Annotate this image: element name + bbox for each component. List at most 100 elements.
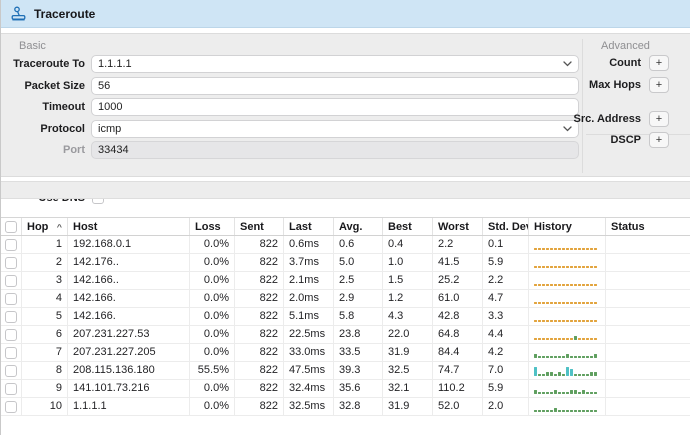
packet-size-value: 56 (98, 78, 572, 94)
history-bar (570, 390, 573, 394)
row-checkbox[interactable] (5, 275, 17, 287)
column-header-history[interactable]: History (529, 218, 606, 235)
history-bar (590, 410, 593, 412)
protocol-input[interactable]: icmp (91, 120, 579, 138)
history-bar (590, 266, 593, 268)
history-bar (538, 284, 541, 286)
avg-cell: 32.8 (334, 398, 383, 415)
count-add-button[interactable]: + (649, 55, 669, 71)
column-header-host[interactable]: Host (68, 218, 190, 235)
history-bar (582, 284, 585, 286)
history-bar (554, 408, 557, 412)
history-bar (534, 410, 537, 412)
history-bar (550, 266, 553, 268)
best-cell: 1.0 (383, 254, 433, 271)
sent-cell: 822 (235, 398, 284, 415)
select-all-checkbox[interactable] (5, 221, 17, 233)
host-cell: 207.231.227.205 (68, 344, 190, 361)
traceroute-to-value: 1.1.1.1 (98, 56, 559, 72)
history-bar (534, 302, 537, 304)
row-checkbox[interactable] (5, 401, 17, 413)
worst-cell: 2.2 (433, 236, 483, 253)
history-bar (542, 374, 545, 376)
loss-cell: 0.0% (190, 254, 235, 271)
best-cell: 22.0 (383, 326, 433, 343)
host-cell: 1.1.1.1 (68, 398, 190, 415)
row-select-cell (1, 272, 22, 289)
last-cell: 5.1ms (284, 308, 334, 325)
table-row[interactable]: 101.1.1.10.0%82232.5ms32.831.952.02.0 (1, 398, 690, 416)
row-checkbox[interactable] (5, 383, 17, 395)
hop-cell: 1 (22, 236, 68, 253)
packet-size-input[interactable]: 56 (91, 77, 579, 95)
column-header-hop[interactable]: Hop ^ (22, 218, 68, 235)
history-bar (582, 338, 585, 340)
history-bar (534, 284, 537, 286)
best-cell: 32.1 (383, 380, 433, 397)
row-checkbox[interactable] (5, 365, 17, 377)
protocol-label: Protocol (1, 120, 85, 138)
last-cell: 22.5ms (284, 326, 334, 343)
timeout-input[interactable]: 1000 (91, 98, 579, 116)
table-row[interactable]: 8208.115.136.18055.5%82247.5ms39.332.574… (1, 362, 690, 380)
protocol-value: icmp (98, 121, 559, 137)
table-row[interactable]: 4142.166.0.0%8222.0ms2.91.261.04.7 (1, 290, 690, 308)
row-checkbox[interactable] (5, 329, 17, 341)
history-bar (562, 266, 565, 268)
row-checkbox[interactable] (5, 257, 17, 269)
table-row[interactable]: 7207.231.227.2050.0%82233.0ms33.531.984.… (1, 344, 690, 362)
best-cell: 4.3 (383, 308, 433, 325)
column-header-avg[interactable]: Avg. (334, 218, 383, 235)
history-bar (594, 354, 597, 358)
stddev-cell: 3.3 (483, 308, 529, 325)
worst-cell: 64.8 (433, 326, 483, 343)
history-bar (550, 356, 553, 358)
table-row[interactable]: 5142.166.0.0%8225.1ms5.84.342.83.3 (1, 308, 690, 326)
history-bar (562, 302, 565, 304)
dscp-add-button[interactable]: + (649, 132, 669, 148)
history-bar (546, 372, 549, 376)
history-bar (554, 284, 557, 286)
history-bar (546, 338, 549, 340)
history-bar (562, 356, 565, 358)
column-header-status[interactable]: Status (606, 218, 690, 235)
traceroute-to-input[interactable]: 1.1.1.1 (91, 55, 579, 73)
table-row[interactable]: 6207.231.227.530.0%82222.5ms23.822.064.8… (1, 326, 690, 344)
src-address-add-button[interactable]: + (649, 111, 669, 127)
last-cell: 32.5ms (284, 398, 334, 415)
history-bar (558, 284, 561, 286)
table-row[interactable]: 3142.166..0.0%8222.1ms2.51.525.22.2 (1, 272, 690, 290)
loss-cell: 0.0% (190, 308, 235, 325)
history-sparkline (529, 236, 606, 253)
history-bar (534, 354, 537, 358)
history-bar (578, 320, 581, 322)
title-bar: Traceroute (1, 0, 690, 28)
table-row[interactable]: 1192.168.0.10.0%8220.6ms0.60.42.20.1 (1, 236, 690, 254)
loss-cell: 0.0% (190, 326, 235, 343)
history-bar (578, 266, 581, 268)
history-bar (558, 320, 561, 322)
history-bar (586, 410, 589, 412)
hop-cell: 4 (22, 290, 68, 307)
column-header-loss[interactable]: Loss (190, 218, 235, 235)
row-checkbox[interactable] (5, 293, 17, 305)
column-header-sent[interactable]: Sent (235, 218, 284, 235)
table-row[interactable]: 9141.101.73.2160.0%82232.4ms35.632.1110.… (1, 380, 690, 398)
column-header-stddev[interactable]: Std. Dev. (483, 218, 529, 235)
column-header-last[interactable]: Last (284, 218, 334, 235)
max-hops-add-button[interactable]: + (649, 77, 669, 93)
column-header-best[interactable]: Best (383, 218, 433, 235)
last-cell: 3.7ms (284, 254, 334, 271)
history-bar (586, 284, 589, 286)
history-bar (546, 266, 549, 268)
column-header-worst[interactable]: Worst (433, 218, 483, 235)
table-header: Hop ^ Host Loss Sent Last Avg. Best Wors… (1, 217, 690, 236)
row-checkbox[interactable] (5, 239, 17, 251)
history-bar (558, 372, 561, 376)
history-bar (538, 338, 541, 340)
table-row[interactable]: 2142.176..0.0%8223.7ms5.01.041.55.9 (1, 254, 690, 272)
row-checkbox[interactable] (5, 347, 17, 359)
history-sparkline (529, 254, 606, 271)
row-checkbox[interactable] (5, 311, 17, 323)
history-bar (550, 320, 553, 322)
